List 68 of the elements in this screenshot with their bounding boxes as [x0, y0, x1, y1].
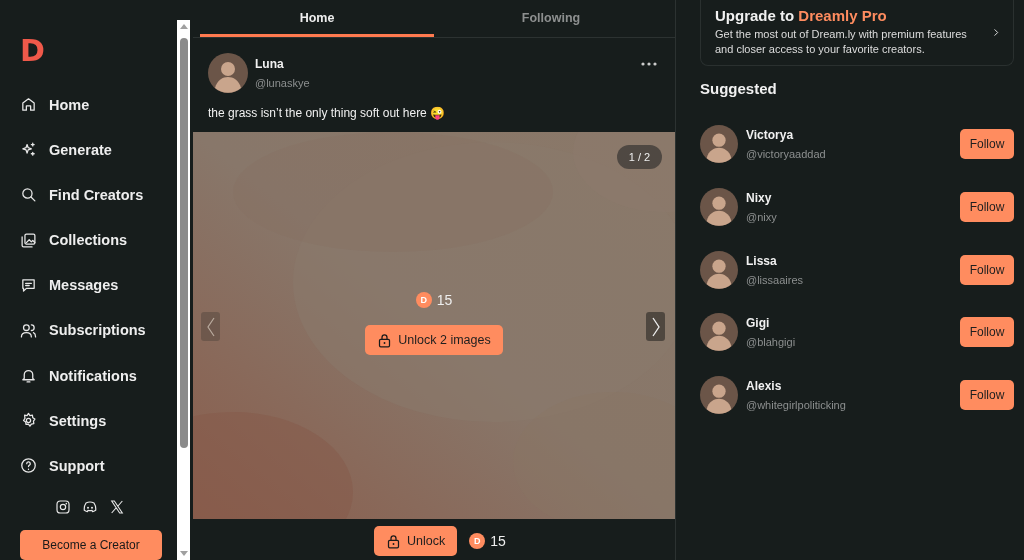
avatar — [700, 313, 738, 352]
nav-item[interactable]: Collections — [20, 217, 128, 263]
author-name[interactable]: Luna — [255, 57, 310, 71]
home-icon — [20, 96, 37, 114]
follow-button[interactable]: Follow — [960, 192, 1014, 223]
follow-button[interactable]: Follow — [960, 129, 1014, 160]
creator-name[interactable]: Nixy — [746, 191, 772, 206]
follow-button[interactable]: Follow — [960, 380, 1014, 411]
chevron-right-icon — [651, 316, 660, 337]
nav-item[interactable]: Home — [20, 82, 90, 128]
avatar — [700, 250, 738, 289]
more-icon[interactable] — [641, 62, 657, 66]
search-icon — [20, 186, 37, 204]
avatar — [700, 376, 738, 415]
avatar — [700, 125, 738, 164]
users-icon — [20, 321, 37, 339]
previous-button[interactable] — [201, 312, 220, 341]
feed-tab[interactable]: Home — [200, 0, 434, 37]
author-handle: @lunaskye — [255, 77, 310, 89]
follow-button[interactable]: Follow — [960, 254, 1014, 285]
nav-item[interactable]: Generate — [20, 127, 112, 173]
become-creator-button[interactable]: Become a Creator — [20, 529, 162, 560]
camera-icon[interactable] — [55, 498, 71, 515]
feed-tab[interactable]: Following — [434, 0, 668, 37]
cross-logo-icon[interactable] — [109, 498, 125, 515]
image-counter: 1 / 2 — [617, 145, 662, 169]
section-title: Suggested — [700, 80, 777, 97]
nav-item[interactable]: Subscriptions — [20, 307, 146, 354]
help-icon — [20, 457, 37, 475]
upgrade-title: Upgrade to Dreamly Pro — [715, 7, 888, 24]
unlock-images-button[interactable]: Unlock 2 images — [365, 325, 503, 355]
lock-icon — [377, 332, 393, 348]
nav-item[interactable]: Find Creators — [20, 172, 144, 218]
creator-handle: @whitegirlpoliticking — [746, 399, 846, 412]
scroll-up-icon[interactable] — [180, 24, 188, 29]
bell-icon — [20, 367, 37, 385]
lock-icon — [386, 533, 402, 549]
creator-name[interactable]: Gigi — [746, 316, 770, 331]
creator-name[interactable]: Lissa — [746, 253, 777, 268]
gallery-icon — [20, 231, 37, 249]
post-caption: the grass isn’t the only thing soft out here 😜 — [207, 105, 447, 122]
scroll-down-icon[interactable] — [180, 551, 188, 556]
creator-name[interactable]: Alexis — [746, 379, 782, 394]
chevron-left-icon — [206, 316, 215, 337]
follow-button[interactable]: Follow — [960, 317, 1014, 348]
gamepad-icon[interactable] — [81, 498, 99, 515]
avatar — [700, 188, 738, 227]
sparkles-icon — [20, 141, 37, 159]
nav-item[interactable]: Notifications — [20, 353, 137, 399]
nav-item[interactable]: Settings — [20, 398, 107, 444]
avatar — [208, 53, 248, 93]
upgrade-card[interactable]: Upgrade to Dreamly Pro Get the most out of Dream.ly with premium features and closer access to your favorite creators. — [700, 0, 1014, 66]
unlock-button[interactable]: Unlock — [374, 526, 458, 556]
coin-icon: D — [469, 533, 486, 549]
nav-item[interactable]: Messages — [20, 262, 119, 308]
creator-handle: @nixy — [746, 211, 777, 224]
creator-handle: @lissaaires — [746, 273, 803, 286]
next-button[interactable] — [646, 312, 665, 341]
creator-handle: @blahgigi — [746, 336, 796, 349]
creator-name[interactable]: Victorya — [746, 128, 794, 143]
logo[interactable]: D — [20, 34, 45, 68]
upgrade-description: Get the most out of Dream.ly with premium features and closer access to your favorite creators. — [715, 27, 968, 57]
price-amount: 15 — [436, 292, 453, 308]
nav-item[interactable]: Support — [20, 443, 105, 489]
settings-icon — [20, 412, 37, 430]
price-amount: 15 — [490, 533, 506, 549]
chat-icon — [20, 276, 37, 294]
creator-handle: @victoryaaddad — [746, 148, 826, 161]
